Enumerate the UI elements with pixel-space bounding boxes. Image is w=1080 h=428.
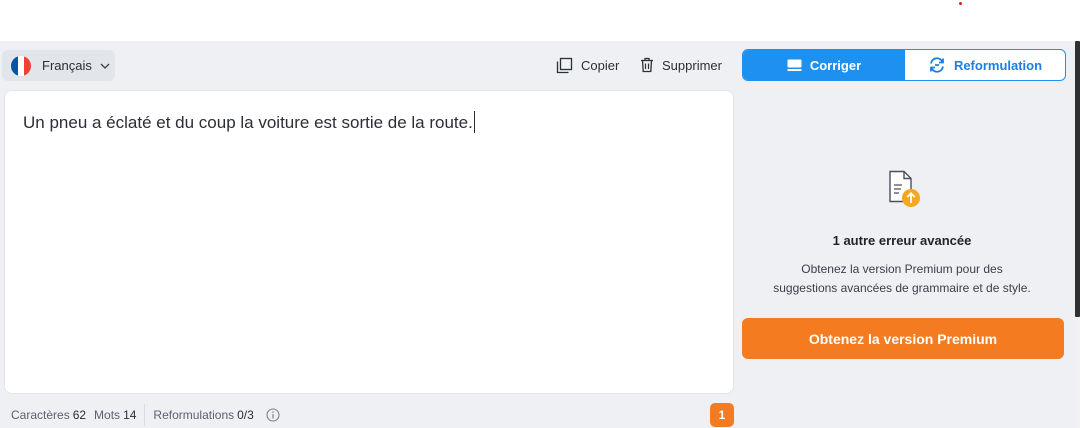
editor-text: Un pneu a éclaté et du coup la voiture e… — [23, 113, 473, 132]
rephrase-count: Reformulations 0/3 — [153, 408, 253, 422]
scrollbar-thumb[interactable] — [1075, 41, 1080, 317]
premium-description-line-2: suggestions avancées de grammaire et de … — [773, 281, 1031, 295]
notification-dot — [959, 2, 962, 5]
error-count-badge[interactable]: 1 — [710, 403, 734, 427]
language-selector[interactable]: Français — [2, 50, 115, 81]
french-flag-icon — [11, 55, 31, 76]
character-count-label: Caractères — [11, 408, 70, 422]
word-count-label: Mots — [94, 408, 121, 422]
chevron-down-icon — [100, 61, 110, 71]
document-upload-icon — [889, 170, 920, 207]
copy-icon — [556, 57, 573, 73]
delete-label: Supprimer — [662, 57, 722, 73]
character-count-value: 62 — [72, 408, 87, 422]
rephrase-mode-label: Reformulation — [953, 57, 1043, 73]
rephrase-count-label: Reformulations — [153, 408, 235, 422]
mode-toggle: Corriger Reformulation — [742, 49, 1066, 81]
word-count-value: 14 — [123, 408, 137, 422]
rephrase-count-value: 0/3 — [237, 408, 254, 422]
sync-icon — [930, 57, 944, 73]
delete-button[interactable]: Supprimer — [640, 54, 722, 76]
word-count: Mots 14 — [94, 408, 136, 422]
premium-description-line-1: Obtenez la version Premium pour des — [801, 262, 1003, 276]
character-count: Caractères 62 — [11, 408, 86, 422]
premium-panel-title: 1 autre erreur avancée — [832, 233, 972, 248]
browser-top-area — [0, 0, 1080, 41]
text-caret — [473, 111, 475, 133]
correct-mode-button[interactable]: Corriger — [743, 50, 905, 80]
get-premium-button[interactable]: Obtenez la version Premium — [742, 318, 1064, 359]
rephrase-mode-button[interactable]: Reformulation — [905, 50, 1065, 80]
correct-mode-label: Corriger — [809, 57, 862, 73]
premium-panel-description: Obtenez la version Premium pour des sugg… — [742, 260, 1062, 298]
grammar-checker-app: Français Copier Supprimer Corriger Refor… — [0, 41, 1074, 428]
copy-label: Copier — [581, 57, 620, 73]
text-stats: Caractères 62 Mots 14 Reformulations 0/3 — [11, 404, 280, 426]
trash-icon — [641, 57, 653, 73]
keyboard-icon — [787, 59, 802, 71]
language-label: Français — [42, 58, 92, 73]
copy-button[interactable]: Copier — [556, 54, 619, 76]
info-icon[interactable] — [266, 408, 280, 422]
text-editor[interactable]: Un pneu a éclaté et du coup la voiture e… — [4, 90, 734, 394]
stats-divider — [144, 404, 146, 426]
